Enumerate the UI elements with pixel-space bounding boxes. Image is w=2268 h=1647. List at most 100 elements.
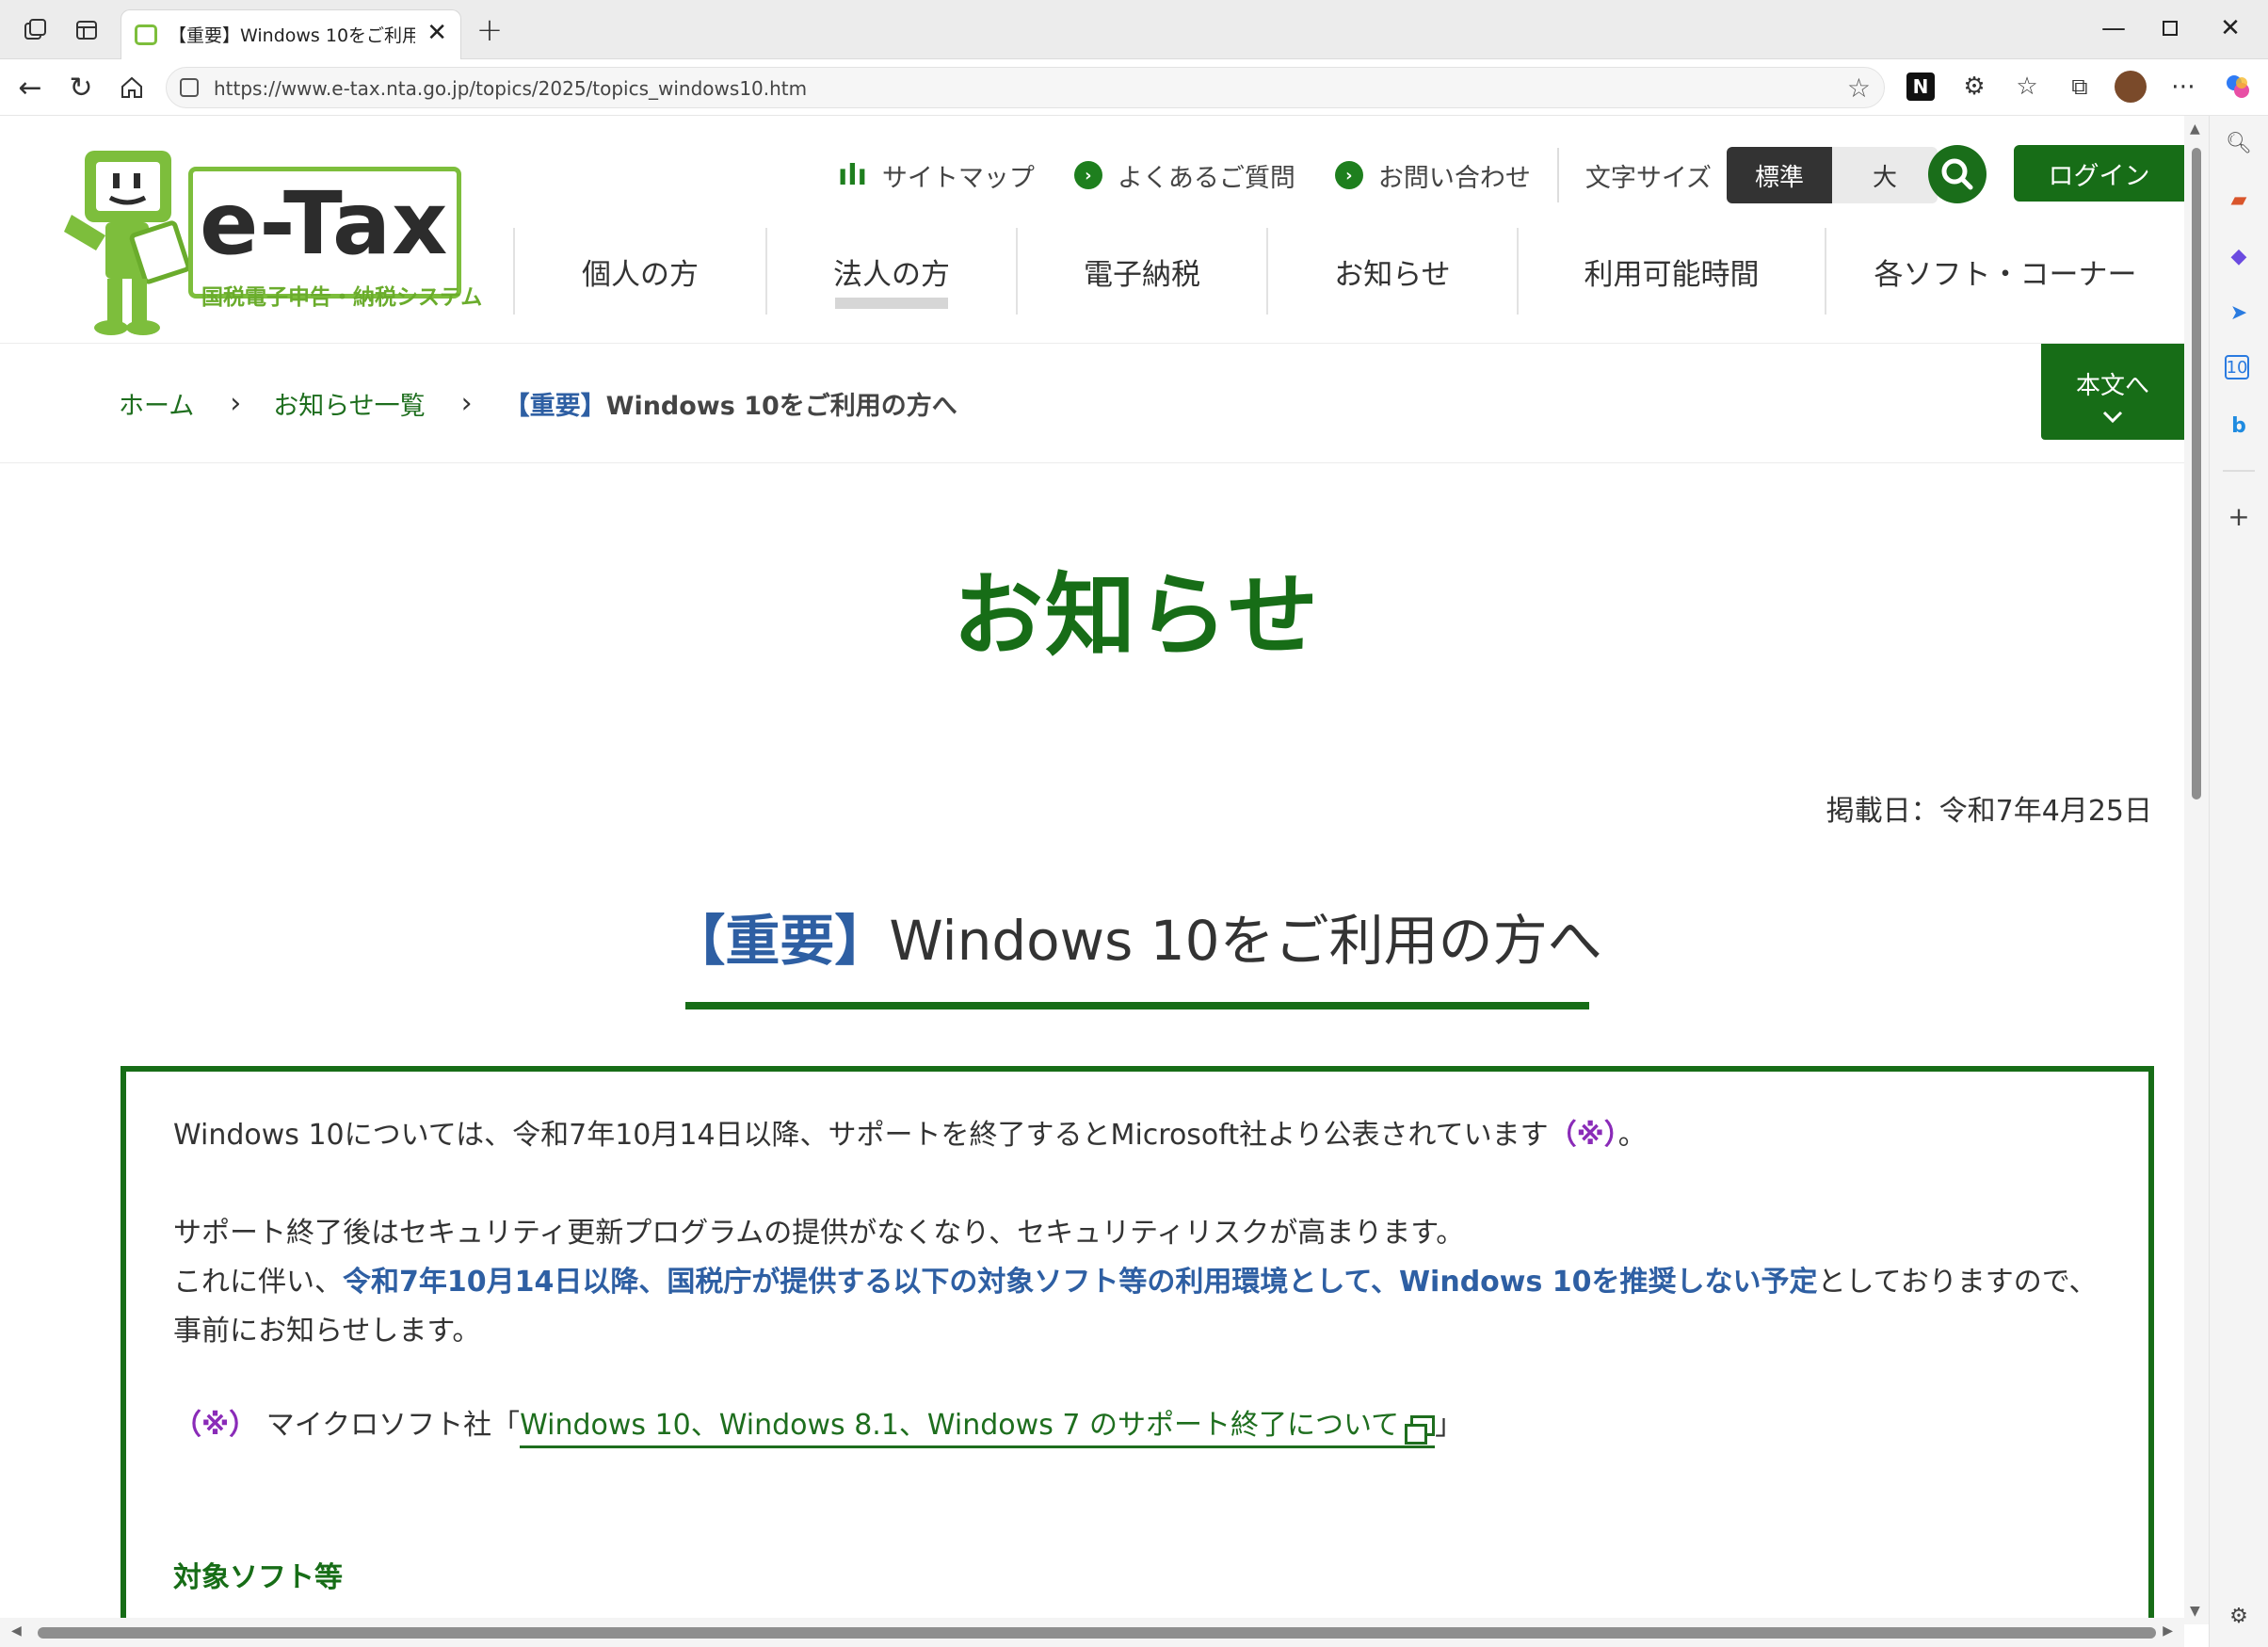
faq-label: よくあるご質問 [1117, 163, 1295, 193]
back-icon[interactable]: ← [13, 71, 47, 105]
send-icon[interactable]: ➤ [2225, 299, 2253, 327]
nav-e-payment[interactable]: 電子納税 [1016, 228, 1266, 315]
chevron-down-icon [2102, 411, 2123, 424]
paragraph-1: Windows 10については、令和7年10月14日以降、サポートを終了するとM… [173, 1111, 1647, 1160]
vertical-scroll-thumb[interactable] [2192, 148, 2201, 799]
nav-news[interactable]: お知らせ [1266, 228, 1517, 315]
nav-news-label: お知らせ [1334, 257, 1451, 292]
extensions-icon[interactable]: ⚙ [1958, 71, 1990, 103]
copilot-sidebar-icon[interactable]: ◆ [2225, 242, 2253, 270]
login-button[interactable]: ログイン [2014, 145, 2184, 202]
favorite-star-icon[interactable]: ☆ [1847, 73, 1871, 104]
utility-divider [1556, 148, 1559, 202]
nav-individual-label: 個人の方 [582, 257, 699, 292]
microsoft-support-link-text: Windows 10、Windows 8.1、Windows 7 のサポート終了… [520, 1409, 1400, 1442]
etax-favicon-icon [135, 24, 157, 45]
posted-date: 掲載日：令和7年4月25日 [1826, 795, 2152, 828]
contact-link[interactable]: › お問い合わせ [1334, 157, 1531, 194]
notion-icon[interactable]: N [1906, 73, 1935, 101]
copilot-icon[interactable] [2222, 71, 2254, 103]
title-underline [685, 1002, 1589, 1009]
collections-icon[interactable]: ⧉ [2064, 71, 2096, 103]
horizontal-scrollbar[interactable]: ◀ ▶ [0, 1618, 2184, 1647]
workspaces-icon[interactable] [21, 15, 51, 45]
active-tab[interactable]: 【重要】Windows 10をご利用の方へ ✕ [121, 9, 461, 59]
etax-logo[interactable]: e-Tax 国税電子申告・納税システム [58, 141, 482, 339]
p2-line1: サポート終了後はセキュリティ更新プログラムの提供がなくなり、セキュリティリスクが… [173, 1217, 1465, 1250]
font-size-label: 文字サイズ [1584, 163, 1713, 193]
site-header: e-Tax 国税電子申告・納税システム ılı サイトマップ › よくあるご質問… [0, 117, 2184, 343]
site-search-button[interactable] [1928, 145, 1987, 203]
external-link-icon [1405, 1415, 1436, 1445]
breadcrumb-home[interactable]: ホーム [119, 385, 194, 422]
scroll-right-icon[interactable]: ▶ [2163, 1623, 2173, 1639]
paragraph-2: サポート終了後はセキュリティ更新プログラムの提供がなくなり、セキュリティリスクが… [173, 1209, 2098, 1356]
home-icon[interactable] [115, 71, 149, 105]
sitemap-icon: ılı [838, 158, 867, 192]
breadcrumb-news-list[interactable]: お知らせ一覧 [273, 385, 425, 422]
scroll-up-icon[interactable]: ▲ [2190, 121, 2200, 137]
article-title: 【重要】Windows 10をご利用の方へ [0, 896, 2184, 976]
nav-e-payment-label: 電子納税 [1084, 257, 1200, 292]
add-sidebar-app-icon[interactable]: + [2225, 501, 2253, 532]
url-bar[interactable]: https://www.e-tax.nta.go.jp/topics/2025/… [166, 67, 1885, 108]
breadcrumb: ホーム › お知らせ一覧 › 【重要】Windows 10をご利用の方へ [119, 385, 957, 422]
p2-line2-post: としておりますので、 [1817, 1266, 2098, 1299]
search-icon[interactable]: 🔍︎ [2225, 129, 2253, 157]
chevron-right-icon: › [460, 387, 473, 420]
breadcrumb-important-tag: 【重要】 [504, 392, 606, 421]
close-window-icon[interactable]: ✕ [2207, 8, 2254, 49]
chevron-right-circle-icon: › [1334, 161, 1363, 189]
p2-line2-pre: これに伴い、 [173, 1266, 343, 1299]
minimize-icon[interactable]: — [2090, 8, 2137, 49]
browser-sidebar: 🔍︎ ▰ ◆ ➤ 10 b + ⚙ [2209, 116, 2268, 1647]
nav-software[interactable]: 各ソフト・コーナー [1825, 228, 2184, 315]
footnote-mark: （※） [173, 1409, 258, 1442]
profile-avatar[interactable] [2115, 71, 2147, 103]
logo-subtitle: 国税電子申告・納税システム [201, 285, 483, 310]
nav-corporate[interactable]: 法人の方 [765, 228, 1016, 315]
favorites-icon[interactable]: ☆ [2011, 71, 2043, 103]
p2-emphasis: 令和7年10月14日以降、国税庁が提供する以下の対象ソフト等の利用環境として、W… [343, 1266, 1818, 1299]
address-toolbar: ← ↻ https://www.e-tax.nta.go.jp/topics/2… [0, 59, 2268, 116]
article-title-text: Windows 10をご利用の方へ [889, 909, 1602, 973]
maximize-icon[interactable] [2147, 8, 2194, 49]
faq-link[interactable]: › よくあるご質問 [1073, 157, 1295, 194]
nav-hours[interactable]: 利用可能時間 [1517, 228, 1825, 315]
nav-software-label: 各ソフト・コーナー [1874, 257, 2137, 292]
skip-to-content-button[interactable]: 本文へ [2041, 344, 2184, 440]
logo-text: e-Tax [200, 173, 449, 274]
p1-text: Windows 10については、令和7年10月14日以降、サポートを終了するとM… [173, 1119, 1549, 1152]
font-size-standard-button[interactable]: 標準 [1727, 147, 1833, 203]
scroll-left-icon[interactable]: ◀ [11, 1623, 22, 1639]
breadcrumb-current-text: Windows 10をご利用の方へ [605, 392, 957, 421]
nav-individual[interactable]: 個人の方 [513, 228, 765, 315]
more-menu-icon[interactable]: ⋯ [2167, 71, 2199, 103]
calendar-icon[interactable]: 10 [2225, 355, 2249, 379]
chevron-right-icon: › [230, 387, 242, 420]
active-nav-indicator [835, 298, 948, 309]
font-size-large-button[interactable]: 大 [1832, 147, 1938, 203]
url-text: https://www.e-tax.nta.go.jp/topics/2025/… [214, 77, 808, 100]
skip-to-content-label: 本文へ [2075, 372, 2149, 400]
footnote-close: 」 [1435, 1409, 1464, 1442]
contact-label: お問い合わせ [1377, 163, 1531, 193]
sitemap-link[interactable]: ılı サイトマップ [838, 157, 1035, 194]
horizontal-scroll-thumb[interactable] [38, 1627, 2156, 1639]
refresh-icon[interactable]: ↻ [64, 71, 98, 105]
footnote: （※） マイクロソフト社「Windows 10、Windows 8.1、Wind… [173, 1401, 1463, 1450]
tab-actions-icon[interactable] [72, 15, 102, 45]
new-tab-icon[interactable]: + [471, 11, 508, 49]
page-title: お知らせ [952, 563, 1321, 669]
target-software-heading: 対象ソフト等 [173, 1561, 343, 1594]
breadcrumb-bar: ホーム › お知らせ一覧 › 【重要】Windows 10をご利用の方へ 本文へ [0, 343, 2184, 463]
close-tab-icon[interactable]: ✕ [426, 19, 447, 47]
vertical-scrollbar[interactable]: ▲ ▼ [2184, 116, 2209, 1624]
bing-icon[interactable]: b [2225, 412, 2253, 440]
chevron-right-circle-icon: › [1073, 161, 1102, 189]
microsoft-support-link[interactable]: Windows 10、Windows 8.1、Windows 7 のサポート終了… [520, 1409, 1436, 1448]
sidebar-settings-icon[interactable]: ⚙ [2225, 1602, 2253, 1630]
scroll-down-icon[interactable]: ▼ [2190, 1604, 2200, 1619]
tools-icon[interactable]: ▰ [2225, 186, 2253, 214]
site-info-icon[interactable] [180, 78, 199, 97]
